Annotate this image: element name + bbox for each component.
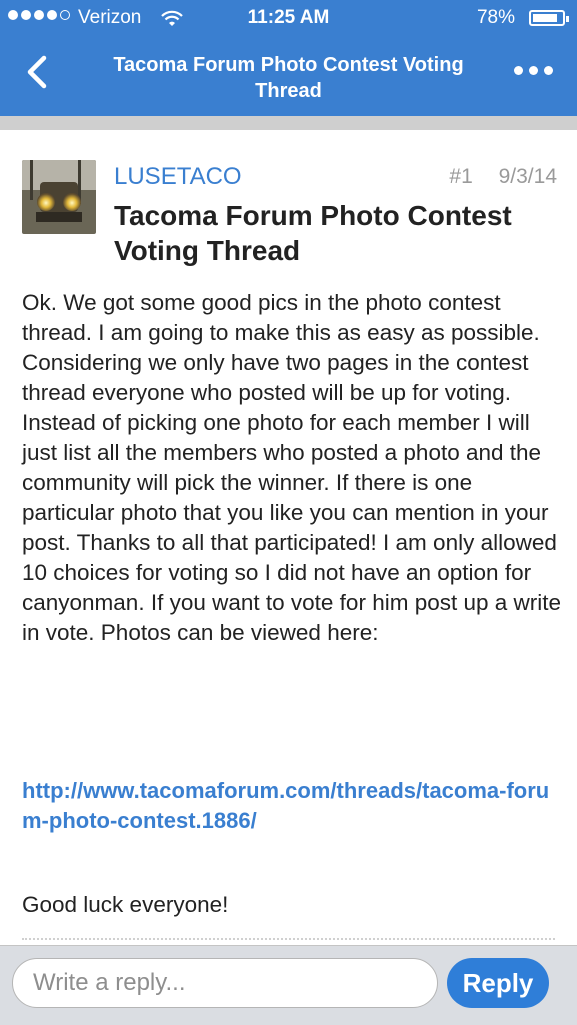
back-button[interactable] xyxy=(22,50,62,100)
battery-percent: 78% xyxy=(476,7,515,28)
chevron-left-icon xyxy=(27,55,47,89)
post-meta: #1 9/3/14 xyxy=(449,165,557,189)
avatar[interactable] xyxy=(22,160,96,234)
post-date: 9/3/14 xyxy=(498,165,557,188)
status-bar: Verizon 11:25 AM 78% xyxy=(0,0,577,38)
more-options-button[interactable] xyxy=(514,66,553,75)
battery-icon xyxy=(529,10,569,26)
page-title: Tacoma Forum Photo Contest Voting Thread xyxy=(113,54,464,102)
post-separator xyxy=(22,938,555,940)
post-body: Ok. We got some good pics in the photo c… xyxy=(22,290,562,645)
post-author[interactable]: LUSETACO xyxy=(114,163,242,191)
post-title: Tacoma Forum Photo Contest Voting Thread xyxy=(114,200,512,266)
top-bar: Verizon 11:25 AM 78% Tacoma Forum Photo … xyxy=(0,0,577,116)
reply-bar: Reply xyxy=(0,945,577,1025)
reply-input[interactable] xyxy=(12,958,438,1008)
post-link[interactable]: http://www.tacomaforum.com/threads/tacom… xyxy=(22,776,562,836)
post-card: LUSETACO #1 9/3/14 Tacoma Forum Photo Co… xyxy=(0,130,577,945)
more-dots-icon xyxy=(514,66,523,75)
post-closing: Good luck everyone! xyxy=(22,892,229,917)
header-divider xyxy=(0,116,577,130)
post-number: #1 xyxy=(449,165,473,188)
reply-button[interactable]: Reply xyxy=(447,958,549,1008)
